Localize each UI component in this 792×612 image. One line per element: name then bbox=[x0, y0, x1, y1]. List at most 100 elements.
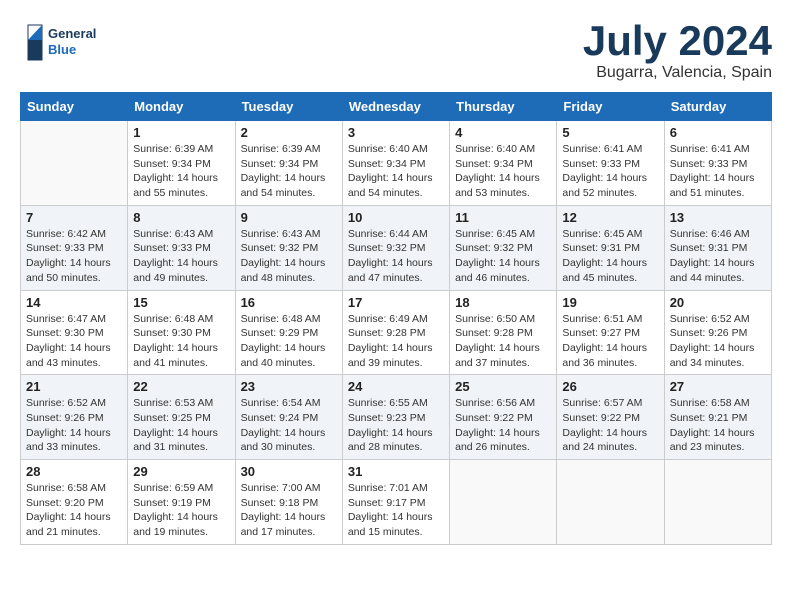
table-row: 22Sunrise: 6:53 AM Sunset: 9:25 PM Dayli… bbox=[128, 375, 235, 460]
day-number: 9 bbox=[241, 210, 337, 225]
day-info: Sunrise: 6:48 AM Sunset: 9:30 PM Dayligh… bbox=[133, 312, 229, 371]
day-info: Sunrise: 6:39 AM Sunset: 9:34 PM Dayligh… bbox=[133, 142, 229, 201]
day-info: Sunrise: 6:40 AM Sunset: 9:34 PM Dayligh… bbox=[348, 142, 444, 201]
day-number: 20 bbox=[670, 295, 766, 310]
day-info: Sunrise: 6:55 AM Sunset: 9:23 PM Dayligh… bbox=[348, 396, 444, 455]
day-number: 22 bbox=[133, 379, 229, 394]
col-thursday: Thursday bbox=[450, 93, 557, 121]
day-number: 3 bbox=[348, 125, 444, 140]
day-info: Sunrise: 6:51 AM Sunset: 9:27 PM Dayligh… bbox=[562, 312, 658, 371]
day-info: Sunrise: 6:49 AM Sunset: 9:28 PM Dayligh… bbox=[348, 312, 444, 371]
table-row: 19 Sunrise: 6:51 AM Sunset: 9:27 PM Dayli… bbox=[557, 290, 664, 375]
day-info: Sunrise: 7:00 AM Sunset: 9:18 PM Dayligh… bbox=[241, 481, 337, 540]
day-number: 14 bbox=[26, 295, 122, 310]
day-info: Sunrise: 6:41 AM Sunset: 9:33 PM Dayligh… bbox=[670, 142, 766, 201]
day-number: 7 bbox=[26, 210, 122, 225]
logo-svg: General Blue bbox=[20, 20, 120, 65]
day-info: Sunrise: 6:39 AM Sunset: 9:34 PM Dayligh… bbox=[241, 142, 337, 201]
svg-text:General: General bbox=[48, 26, 96, 41]
table-row bbox=[450, 460, 557, 545]
table-row: 29 Sunrise: 6:59 AM Sunset: 9:19 PM Dayli… bbox=[128, 460, 235, 545]
col-friday: Friday bbox=[557, 93, 664, 121]
day-info: Sunrise: 6:48 AM Sunset: 9:29 PM Dayligh… bbox=[241, 312, 337, 371]
day-number: 4 bbox=[455, 125, 551, 140]
day-number: 2 bbox=[241, 125, 337, 140]
table-row: 23 Sunrise: 6:54 AM Sunset: 9:24 PM Dayli… bbox=[235, 375, 342, 460]
day-number: 23 bbox=[241, 379, 337, 394]
day-info: Sunrise: 6:58 AM Sunset: 9:20 PM Dayligh… bbox=[26, 481, 122, 540]
table-row: 9Sunrise: 6:43 AM Sunset: 9:32 PM Daylig… bbox=[235, 205, 342, 290]
day-info: Sunrise: 6:58 AM Sunset: 9:21 PM Dayligh… bbox=[670, 396, 766, 455]
table-row bbox=[557, 460, 664, 545]
table-row bbox=[21, 121, 128, 206]
day-number: 28 bbox=[26, 464, 122, 479]
col-wednesday: Wednesday bbox=[342, 93, 449, 121]
day-number: 6 bbox=[670, 125, 766, 140]
day-number: 16 bbox=[241, 295, 337, 310]
day-info: Sunrise: 6:59 AM Sunset: 9:19 PM Dayligh… bbox=[133, 481, 229, 540]
table-row: 1 Sunrise: 6:39 AM Sunset: 9:34 PM Daylig… bbox=[128, 121, 235, 206]
page-title: July 2024 bbox=[583, 20, 772, 62]
calendar-table: Sunday Monday Tuesday Wednesday Thursday… bbox=[20, 92, 772, 545]
table-row: 12Sunrise: 6:45 AM Sunset: 9:31 PM Dayli… bbox=[557, 205, 664, 290]
day-info: Sunrise: 6:45 AM Sunset: 9:31 PM Dayligh… bbox=[562, 227, 658, 286]
day-number: 8 bbox=[133, 210, 229, 225]
table-row: 8 Sunrise: 6:43 AM Sunset: 9:33 PM Daylig… bbox=[128, 205, 235, 290]
page-subtitle: Bugarra, Valencia, Spain bbox=[583, 64, 772, 82]
table-row: 24 Sunrise: 6:55 AM Sunset: 9:23 PM Dayli… bbox=[342, 375, 449, 460]
day-number: 26 bbox=[562, 379, 658, 394]
day-number: 13 bbox=[670, 210, 766, 225]
day-info: Sunrise: 6:40 AM Sunset: 9:34 PM Dayligh… bbox=[455, 142, 551, 201]
day-info: Sunrise: 6:57 AM Sunset: 9:22 PM Dayligh… bbox=[562, 396, 658, 455]
day-number: 11 bbox=[455, 210, 551, 225]
col-monday: Monday bbox=[128, 93, 235, 121]
table-row: 18 Sunrise: 6:50 AM Sunset: 9:28 PM Dayli… bbox=[450, 290, 557, 375]
day-info: Sunrise: 6:44 AM Sunset: 9:32 PM Dayligh… bbox=[348, 227, 444, 286]
day-info: Sunrise: 7:01 AM Sunset: 9:17 PM Dayligh… bbox=[348, 481, 444, 540]
day-number: 31 bbox=[348, 464, 444, 479]
table-row: 25Sunrise: 6:56 AM Sunset: 9:22 PM Dayli… bbox=[450, 375, 557, 460]
day-info: Sunrise: 6:41 AM Sunset: 9:33 PM Dayligh… bbox=[562, 142, 658, 201]
table-row: 13 Sunrise: 6:46 AM Sunset: 9:31 PM Dayli… bbox=[664, 205, 771, 290]
table-row: 17 Sunrise: 6:49 AM Sunset: 9:28 PM Dayli… bbox=[342, 290, 449, 375]
day-info: Sunrise: 6:56 AM Sunset: 9:22 PM Dayligh… bbox=[455, 396, 551, 455]
table-row: 4 Sunrise: 6:40 AM Sunset: 9:34 PM Daylig… bbox=[450, 121, 557, 206]
calendar-week-row: 1 Sunrise: 6:39 AM Sunset: 9:34 PM Daylig… bbox=[21, 121, 772, 206]
table-row: 11Sunrise: 6:45 AM Sunset: 9:32 PM Dayli… bbox=[450, 205, 557, 290]
table-row: 14Sunrise: 6:47 AM Sunset: 9:30 PM Dayli… bbox=[21, 290, 128, 375]
day-info: Sunrise: 6:52 AM Sunset: 9:26 PM Dayligh… bbox=[670, 312, 766, 371]
day-info: Sunrise: 6:43 AM Sunset: 9:33 PM Dayligh… bbox=[133, 227, 229, 286]
table-row: 16 Sunrise: 6:48 AM Sunset: 9:29 PM Dayli… bbox=[235, 290, 342, 375]
day-number: 19 bbox=[562, 295, 658, 310]
table-row: 21Sunrise: 6:52 AM Sunset: 9:26 PM Dayli… bbox=[21, 375, 128, 460]
day-info: Sunrise: 6:50 AM Sunset: 9:28 PM Dayligh… bbox=[455, 312, 551, 371]
day-info: Sunrise: 6:46 AM Sunset: 9:31 PM Dayligh… bbox=[670, 227, 766, 286]
day-number: 24 bbox=[348, 379, 444, 394]
day-number: 15 bbox=[133, 295, 229, 310]
table-row: 5 Sunrise: 6:41 AM Sunset: 9:33 PM Daylig… bbox=[557, 121, 664, 206]
calendar-week-row: 28 Sunrise: 6:58 AM Sunset: 9:20 PM Dayli… bbox=[21, 460, 772, 545]
day-info: Sunrise: 6:52 AM Sunset: 9:26 PM Dayligh… bbox=[26, 396, 122, 455]
calendar-week-row: 21Sunrise: 6:52 AM Sunset: 9:26 PM Dayli… bbox=[21, 375, 772, 460]
table-row: 30Sunrise: 7:00 AM Sunset: 9:18 PM Dayli… bbox=[235, 460, 342, 545]
day-number: 17 bbox=[348, 295, 444, 310]
table-row: 6 Sunrise: 6:41 AM Sunset: 9:33 PM Daylig… bbox=[664, 121, 771, 206]
day-info: Sunrise: 6:54 AM Sunset: 9:24 PM Dayligh… bbox=[241, 396, 337, 455]
day-number: 10 bbox=[348, 210, 444, 225]
page-header: General Blue July 2024 Bugarra, Valencia… bbox=[20, 20, 772, 82]
svg-text:Blue: Blue bbox=[48, 42, 76, 57]
table-row: 2 Sunrise: 6:39 AM Sunset: 9:34 PM Daylig… bbox=[235, 121, 342, 206]
table-row bbox=[664, 460, 771, 545]
day-number: 5 bbox=[562, 125, 658, 140]
col-saturday: Saturday bbox=[664, 93, 771, 121]
day-number: 18 bbox=[455, 295, 551, 310]
day-info: Sunrise: 6:42 AM Sunset: 9:33 PM Dayligh… bbox=[26, 227, 122, 286]
day-number: 29 bbox=[133, 464, 229, 479]
calendar-week-row: 14Sunrise: 6:47 AM Sunset: 9:30 PM Dayli… bbox=[21, 290, 772, 375]
day-number: 1 bbox=[133, 125, 229, 140]
table-row: 31 Sunrise: 7:01 AM Sunset: 9:17 PM Dayli… bbox=[342, 460, 449, 545]
table-row: 28 Sunrise: 6:58 AM Sunset: 9:20 PM Dayli… bbox=[21, 460, 128, 545]
calendar-week-row: 7 Sunrise: 6:42 AM Sunset: 9:33 PM Daylig… bbox=[21, 205, 772, 290]
table-row: 15 Sunrise: 6:48 AM Sunset: 9:30 PM Dayli… bbox=[128, 290, 235, 375]
table-row: 27Sunrise: 6:58 AM Sunset: 9:21 PM Dayli… bbox=[664, 375, 771, 460]
